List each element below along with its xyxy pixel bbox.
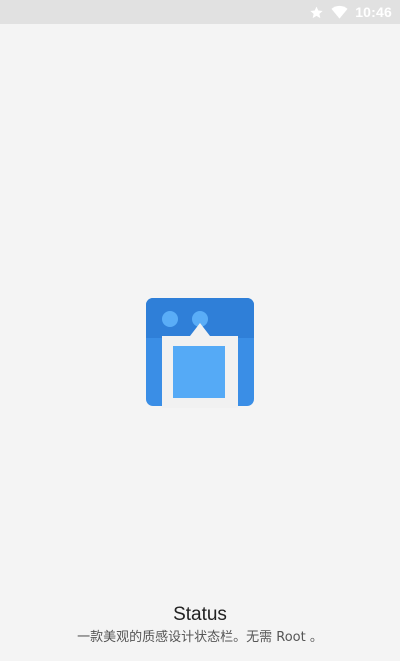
status-bar: 10:46 — [0, 0, 400, 24]
wifi-icon — [331, 5, 348, 19]
status-icons: 10:46 — [309, 0, 392, 24]
app-tagline: 一款美观的质感设计状态栏。无需 Root 。 — [77, 630, 323, 645]
app-name: Status — [173, 604, 227, 625]
status-time: 10:46 — [355, 4, 392, 20]
star-icon — [309, 5, 324, 20]
status-app-logo-icon — [146, 298, 254, 410]
